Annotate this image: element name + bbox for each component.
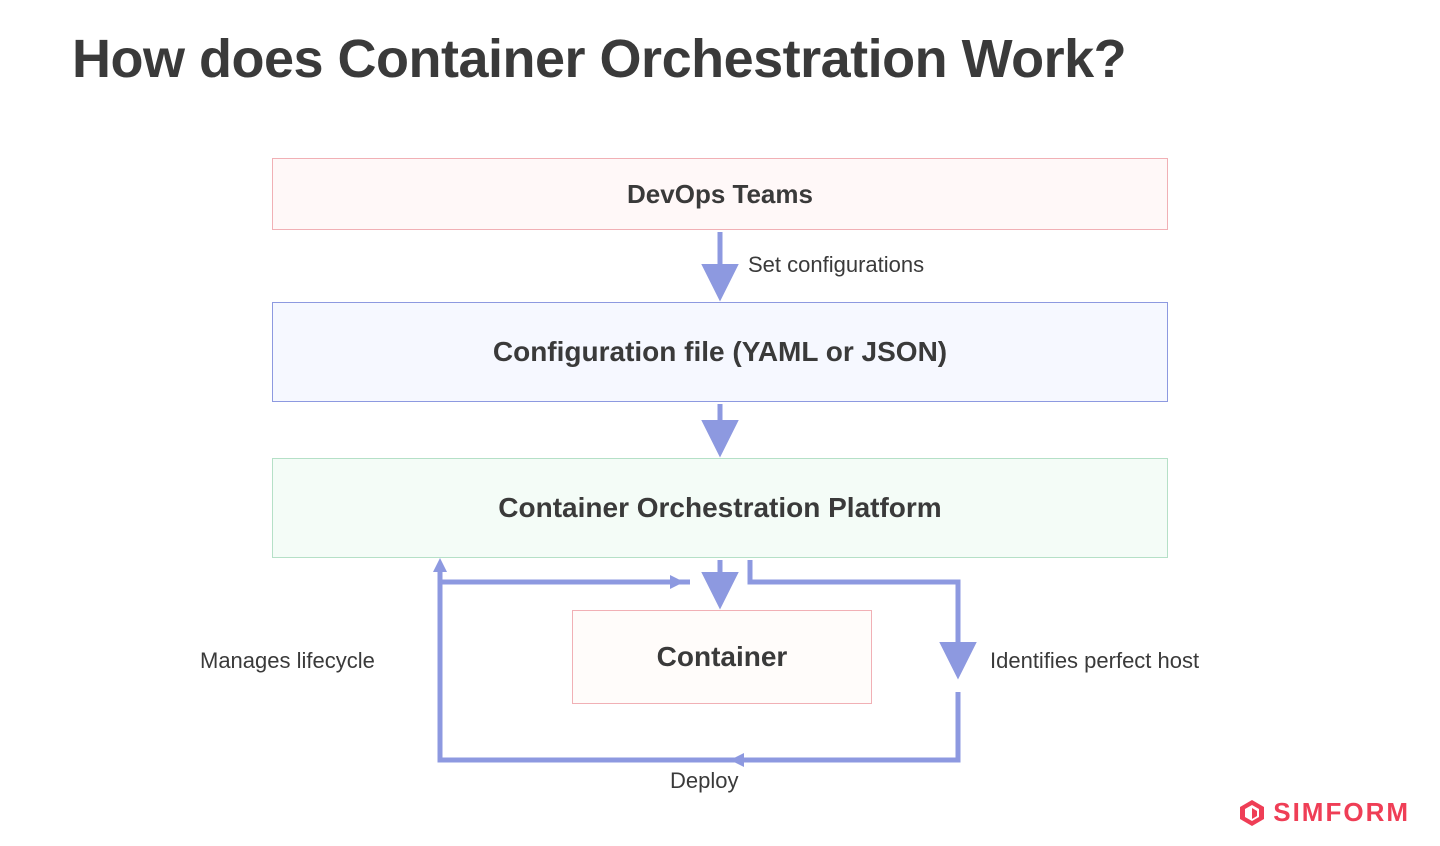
brand-logo: SIMFORM [1237,797,1410,828]
flow-arrows [0,0,1440,846]
box-devops-label: DevOps Teams [627,179,813,210]
brand-logo-text: SIMFORM [1273,797,1410,828]
label-identifies-host: Identifies perfect host [990,648,1199,674]
box-platform-label: Container Orchestration Platform [498,492,941,524]
box-container: Container [572,610,872,704]
arrowhead-lifecycle-up [433,558,447,572]
arrowhead-deploy-left [730,753,744,767]
label-manages-lifecycle: Manages lifecycle [200,648,375,674]
arrowhead-inbound-left [670,575,684,589]
box-devops-teams: DevOps Teams [272,158,1168,230]
diagram-title: How does Container Orchestration Work? [72,28,1126,90]
box-orchestration-platform: Container Orchestration Platform [272,458,1168,558]
box-configuration-file: Configuration file (YAML or JSON) [272,302,1168,402]
label-set-configurations: Set configurations [748,252,924,278]
box-config-label: Configuration file (YAML or JSON) [493,336,947,368]
brand-logo-icon [1237,798,1267,828]
label-deploy: Deploy [670,768,738,794]
box-container-label: Container [657,641,788,673]
